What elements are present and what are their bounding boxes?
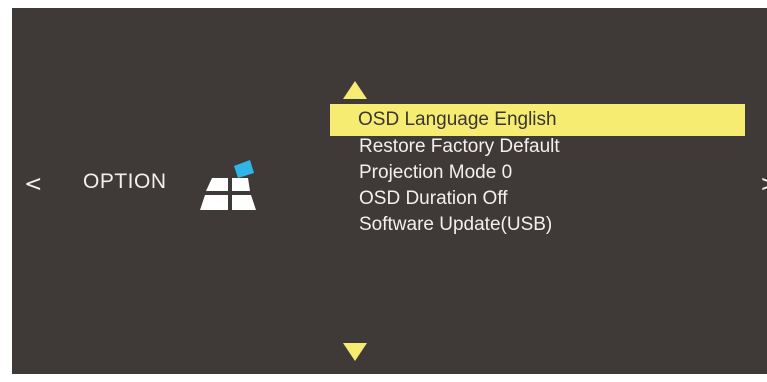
previous-page-button[interactable]: < bbox=[24, 174, 42, 196]
triangle-down-icon[interactable] bbox=[342, 342, 368, 362]
category-title: OPTION bbox=[83, 170, 167, 193]
menu-item-software-update[interactable]: Software Update(USB) bbox=[330, 210, 745, 240]
option-menu-list: OSD Language English Restore Factory Def… bbox=[330, 104, 745, 240]
next-page-button[interactable]: > bbox=[760, 174, 767, 196]
triangle-up-icon[interactable] bbox=[342, 80, 368, 100]
osd-menu-panel: < > OPTION OSD Language English Restore … bbox=[12, 8, 767, 374]
option-tiles-icon bbox=[200, 160, 256, 210]
